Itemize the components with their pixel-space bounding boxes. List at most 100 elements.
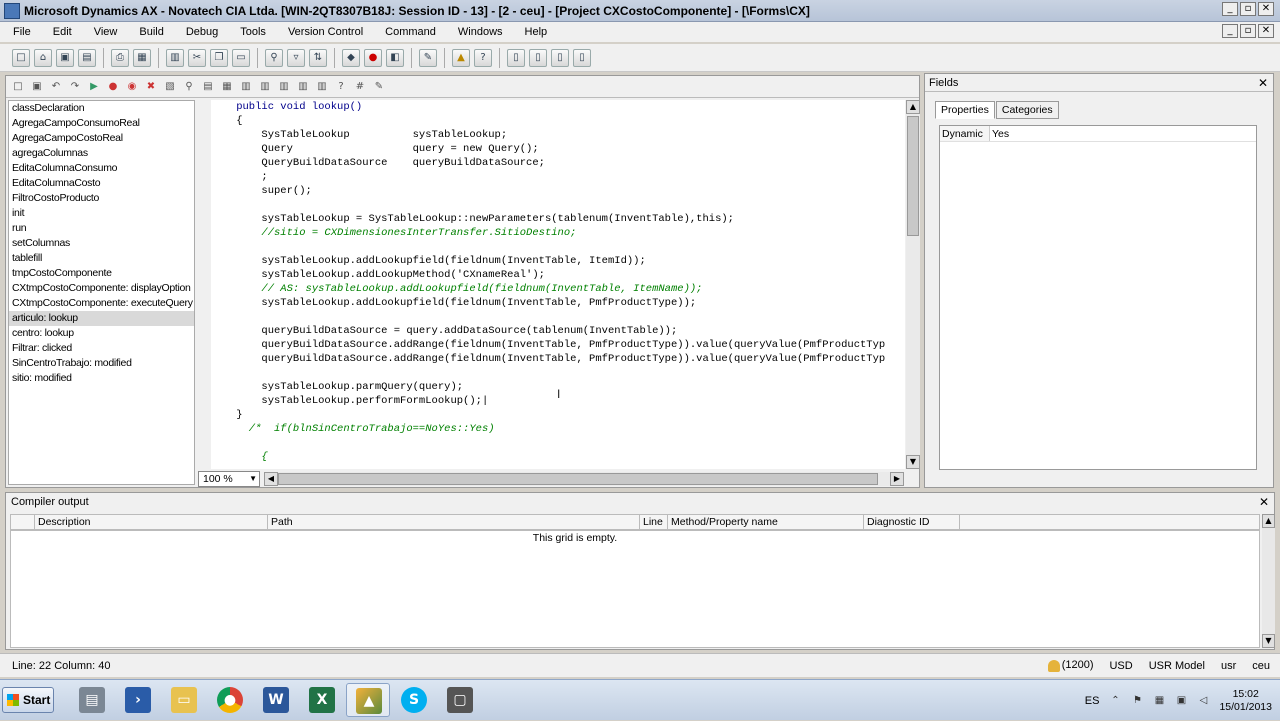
print-icon[interactable]: ⎙	[111, 48, 129, 67]
taskbar-word[interactable]: W	[254, 683, 298, 717]
line-numbers-icon[interactable]: #	[352, 79, 368, 95]
menu-view[interactable]: View	[81, 26, 127, 38]
scroll-right-icon[interactable]: ▶	[890, 472, 904, 486]
menu-build[interactable]: Build	[126, 26, 172, 38]
taskbar-dynamics-ax[interactable]: ▲	[346, 683, 390, 717]
device-icon[interactable]: ▦	[1153, 695, 1165, 707]
breakpoint-icon[interactable]: ●	[105, 79, 121, 95]
help-icon[interactable]: ?	[474, 48, 492, 67]
code-line[interactable]: sysTableLookup.addLookupMethod('CXnameRe…	[211, 268, 905, 282]
close-icon[interactable]: ✕	[1258, 496, 1270, 508]
code-line[interactable]: queryBuildDataSource.addRange(fieldnum(I…	[211, 338, 905, 352]
column-path[interactable]: Path	[268, 515, 640, 529]
code-line[interactable]: // AS: sysTableLookup.addLookupfield(fie…	[211, 282, 905, 296]
menu-file[interactable]: File	[0, 26, 40, 38]
minimize-button[interactable]: _	[1222, 2, 1238, 16]
notifications[interactable]: (1200)	[1047, 659, 1093, 672]
code-line[interactable]: sysTableLookup.addLookupfield(fieldnum(I…	[211, 254, 905, 268]
language-indicator[interactable]: ES	[1085, 695, 1100, 707]
menu-command[interactable]: Command	[372, 26, 445, 38]
code-line[interactable]: public void lookup()	[211, 100, 905, 114]
volume-icon[interactable]: ◁	[1197, 695, 1209, 707]
sort-icon[interactable]: ⇅	[309, 48, 327, 67]
list-classes-icon[interactable]: ▥	[257, 79, 273, 95]
doc-icon-1[interactable]: ▯	[507, 48, 525, 67]
list-item[interactable]: EditaColumnaCosto	[9, 176, 194, 191]
code-line[interactable]: SysTableLookup sysTableLookup;	[211, 128, 905, 142]
column-description[interactable]: Description	[35, 515, 268, 529]
new-icon[interactable]: □	[12, 48, 30, 67]
close-icon[interactable]: ✕	[1257, 77, 1269, 89]
list-item[interactable]: run	[9, 221, 194, 236]
help-icon[interactable]: ?	[333, 79, 349, 95]
show-hidden-icon[interactable]: ⌃	[1109, 695, 1121, 707]
code-line[interactable]: ;	[211, 170, 905, 184]
scroll-up-icon[interactable]: ▲	[1262, 514, 1275, 528]
taskbar-powershell[interactable]: ›	[116, 683, 160, 717]
taskbar-skype[interactable]: S	[392, 683, 436, 717]
script-icon[interactable]: ▦	[219, 79, 235, 95]
menu-tools[interactable]: Tools	[227, 26, 275, 38]
scroll-left-icon[interactable]: ◀	[264, 472, 278, 486]
list-item[interactable]: FiltroCostoProducto	[9, 191, 194, 206]
find-icon[interactable]: ⚲	[265, 48, 283, 67]
compile-icon[interactable]: ▧	[162, 79, 178, 95]
taskbar-remote-desktop[interactable]: ▢	[438, 683, 482, 717]
mdi-close-button[interactable]: ✕	[1258, 24, 1274, 38]
list-item[interactable]: setColumnas	[9, 236, 194, 251]
taskbar-excel[interactable]: X	[300, 683, 344, 717]
code-line[interactable]: queryBuildDataSource.addRange(fieldnum(I…	[211, 352, 905, 366]
edit-mode-icon[interactable]: ✎	[371, 79, 387, 95]
compiler-vertical-scrollbar[interactable]: ▲ ▼	[1262, 514, 1275, 648]
warning-icon[interactable]: ▲	[452, 48, 470, 67]
code-line[interactable]	[211, 198, 905, 212]
list-item[interactable]: centro: lookup	[9, 326, 194, 341]
taskbar-explorer[interactable]: ▭	[162, 683, 206, 717]
doc-icon-3[interactable]: ▯	[551, 48, 569, 67]
lookup-properties-icon[interactable]: ⚲	[181, 79, 197, 95]
tab-properties[interactable]: Properties	[935, 101, 995, 119]
scroll-down-icon[interactable]: ▼	[906, 455, 920, 469]
code-line[interactable]	[211, 366, 905, 380]
scroll-thumb[interactable]	[907, 116, 919, 236]
code-line[interactable]: super();	[211, 184, 905, 198]
list-item[interactable]: agregaColumnas	[9, 146, 194, 161]
list-item[interactable]: AgregaCampoCostoReal	[9, 131, 194, 146]
list-types-icon[interactable]: ▥	[276, 79, 292, 95]
stop-icon[interactable]: ●	[364, 48, 382, 67]
menu-debug[interactable]: Debug	[173, 26, 227, 38]
code-line[interactable]: /* if(blnSinCentroTrabajo==NoYes::Yes)	[211, 422, 905, 436]
code-line[interactable]: queryBuildDataSource = query.addDataSour…	[211, 324, 905, 338]
code-area[interactable]: public void lookup() { SysTableLookup sy…	[211, 100, 905, 469]
remove-breakpoints-icon[interactable]: ✖	[143, 79, 159, 95]
list-item[interactable]: SinCentroTrabajo: modified	[9, 356, 194, 371]
code-line[interactable]: sysTableLookup.addLookupfield(fieldnum(I…	[211, 296, 905, 310]
taskbar-server-manager[interactable]: ▤	[70, 683, 114, 717]
list-enums-icon[interactable]: ▥	[295, 79, 311, 95]
doc-icon-2[interactable]: ▯	[529, 48, 547, 67]
copy-icon[interactable]: ❐	[210, 48, 228, 67]
code-vertical-scrollbar[interactable]: ▲ ▼	[906, 100, 920, 469]
column-diagnostic-id[interactable]: Diagnostic ID	[864, 515, 960, 529]
close-button[interactable]: ✕	[1258, 2, 1274, 16]
menu-windows[interactable]: Windows	[445, 26, 512, 38]
column-line[interactable]: Line	[640, 515, 668, 529]
mdi-restore-button[interactable]: ▫	[1240, 24, 1256, 38]
lookup-label-icon[interactable]: ▤	[200, 79, 216, 95]
list-item[interactable]: tmpCostoComponente	[9, 266, 194, 281]
zoom-select[interactable]: 100 % ▼	[198, 471, 260, 487]
paste-icon[interactable]: ▭	[232, 48, 250, 67]
list-item[interactable]: CXtmpCostoComponente: displayOption	[9, 281, 194, 296]
code-line[interactable]: QueryBuildDataSource queryBuildDataSourc…	[211, 156, 905, 170]
filter-icon[interactable]: ▿	[287, 48, 305, 67]
method-list[interactable]: classDeclaration AgregaCampoConsumoReal …	[8, 100, 195, 485]
doc-icon-4[interactable]: ▯	[573, 48, 591, 67]
code-line[interactable]: }	[211, 408, 905, 422]
new-icon[interactable]: □	[10, 79, 26, 95]
redo-icon[interactable]: ↷	[67, 79, 83, 95]
list-item[interactable]: CXtmpCostoComponente: executeQuery	[9, 296, 194, 311]
menu-version-control[interactable]: Version Control	[275, 26, 372, 38]
taskbar-chrome[interactable]: ●	[208, 683, 252, 717]
undo-icon[interactable]: ↶	[48, 79, 64, 95]
code-line[interactable]: //sitio = CXDimensionesInterTransfer.Sit…	[211, 226, 905, 240]
